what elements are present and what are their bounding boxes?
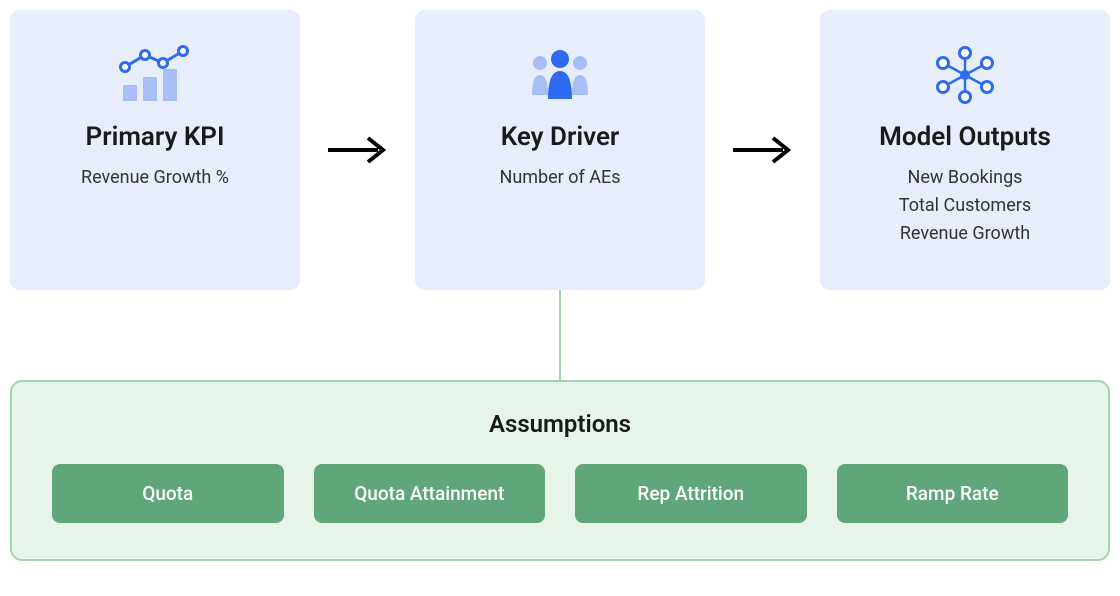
- chart-icon: [115, 40, 195, 110]
- output-line: Total Customers: [899, 192, 1031, 220]
- assumptions-title: Assumptions: [52, 410, 1068, 438]
- card-key-driver: Key Driver Number of AEs: [415, 10, 705, 290]
- card-title: Key Driver: [501, 122, 620, 152]
- card-sub: New Bookings Total Customers Revenue Gro…: [899, 164, 1031, 248]
- card-model-outputs: Model Outputs New Bookings Total Custome…: [820, 10, 1110, 290]
- card-title: Model Outputs: [879, 122, 1051, 152]
- output-line: New Bookings: [899, 164, 1031, 192]
- arrow-icon: [718, 130, 808, 170]
- assumption-pill: Quota Attainment: [314, 464, 546, 523]
- people-icon: [520, 40, 600, 110]
- output-line: Revenue Growth: [899, 220, 1031, 248]
- top-row: Primary KPI Revenue Growth % Key Driver …: [10, 10, 1110, 290]
- card-sub: Revenue Growth %: [81, 164, 229, 192]
- network-icon: [925, 40, 1005, 110]
- assumption-pill: Quota: [52, 464, 284, 523]
- card-primary-kpi: Primary KPI Revenue Growth %: [10, 10, 300, 290]
- assumption-pill: Rep Attrition: [575, 464, 807, 523]
- connector-line: [559, 290, 561, 382]
- assumptions-box: Assumptions Quota Quota Attainment Rep A…: [10, 380, 1110, 561]
- assumption-pill: Ramp Rate: [837, 464, 1069, 523]
- card-sub: Number of AEs: [499, 164, 620, 192]
- arrow-icon: [313, 130, 403, 170]
- assumptions-row: Quota Quota Attainment Rep Attrition Ram…: [52, 464, 1068, 523]
- card-title: Primary KPI: [86, 122, 225, 152]
